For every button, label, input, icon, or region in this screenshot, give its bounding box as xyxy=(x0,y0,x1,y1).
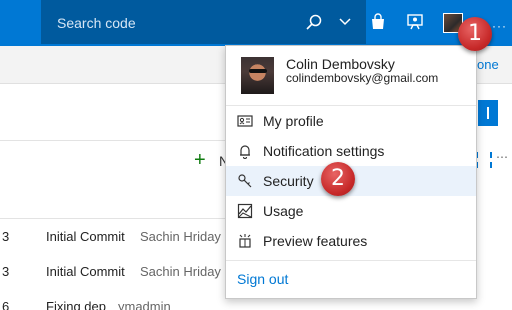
menu-item-label: Notification settings xyxy=(263,143,385,159)
commit-message[interactable]: Initial Commit xyxy=(46,229,125,244)
menu-item-label: Usage xyxy=(263,203,304,219)
search-box[interactable]: Search code xyxy=(41,0,366,44)
fullscreen-icon[interactable] xyxy=(476,152,492,168)
sign-out-link[interactable]: Sign out xyxy=(237,271,288,287)
preview-features-icon xyxy=(239,234,251,248)
commit-row[interactable]: 6 Fixing dep ymadmin xyxy=(0,296,230,310)
menu-item-label: My profile xyxy=(263,113,324,129)
user-name: Colin Dembovsky xyxy=(286,56,395,72)
avatar xyxy=(241,57,274,94)
shopping-bag-icon[interactable] xyxy=(369,13,387,31)
commit-count: 6 xyxy=(2,299,10,310)
callout-badge-1: 1 xyxy=(458,17,492,51)
commit-author: ymadmin xyxy=(118,299,171,310)
usage-chart-icon xyxy=(237,203,253,219)
chevron-down-icon[interactable] xyxy=(339,17,351,27)
menu-item-my-profile[interactable]: My profile xyxy=(226,106,476,136)
menu-item-label: Preview features xyxy=(263,233,368,249)
profile-card-icon xyxy=(237,115,253,127)
divider xyxy=(0,218,230,219)
commit-author: Sachin Hriday xyxy=(140,264,221,279)
divider xyxy=(0,140,230,141)
feedback-icon[interactable] xyxy=(406,13,424,31)
commit-message[interactable]: Initial Commit xyxy=(46,264,125,279)
menu-item-label: Security xyxy=(263,173,314,189)
commit-row[interactable]: 3 Initial Commit Sachin Hriday xyxy=(0,226,230,248)
commit-count: 3 xyxy=(2,229,10,244)
key-icon xyxy=(238,174,252,188)
menu-item-usage[interactable]: Usage xyxy=(226,196,476,226)
menu-divider xyxy=(226,260,476,261)
more-actions-icon[interactable]: ⋯ xyxy=(496,150,508,164)
search-input[interactable]: Search code xyxy=(57,15,136,31)
done-link[interactable]: one xyxy=(477,57,499,72)
callout-badge-2: 2 xyxy=(321,162,355,196)
bell-icon xyxy=(240,145,250,159)
commit-count: 3 xyxy=(2,264,10,279)
menu-item-notification-settings[interactable]: Notification settings xyxy=(226,136,476,166)
commit-message[interactable]: Fixing dep xyxy=(46,299,106,310)
top-navigation-bar: Search code ··· xyxy=(0,0,512,46)
user-email: colindembovsky@gmail.com xyxy=(286,71,439,85)
menu-item-preview-features[interactable]: Preview features xyxy=(226,226,476,256)
plus-icon[interactable]: + xyxy=(194,150,206,170)
commit-author: Sachin Hriday xyxy=(140,229,221,244)
primary-action-button[interactable] xyxy=(478,100,498,126)
search-icon[interactable] xyxy=(305,13,323,31)
more-options-icon[interactable]: ··· xyxy=(492,19,507,33)
commit-row[interactable]: 3 Initial Commit Sachin Hriday xyxy=(0,261,230,283)
